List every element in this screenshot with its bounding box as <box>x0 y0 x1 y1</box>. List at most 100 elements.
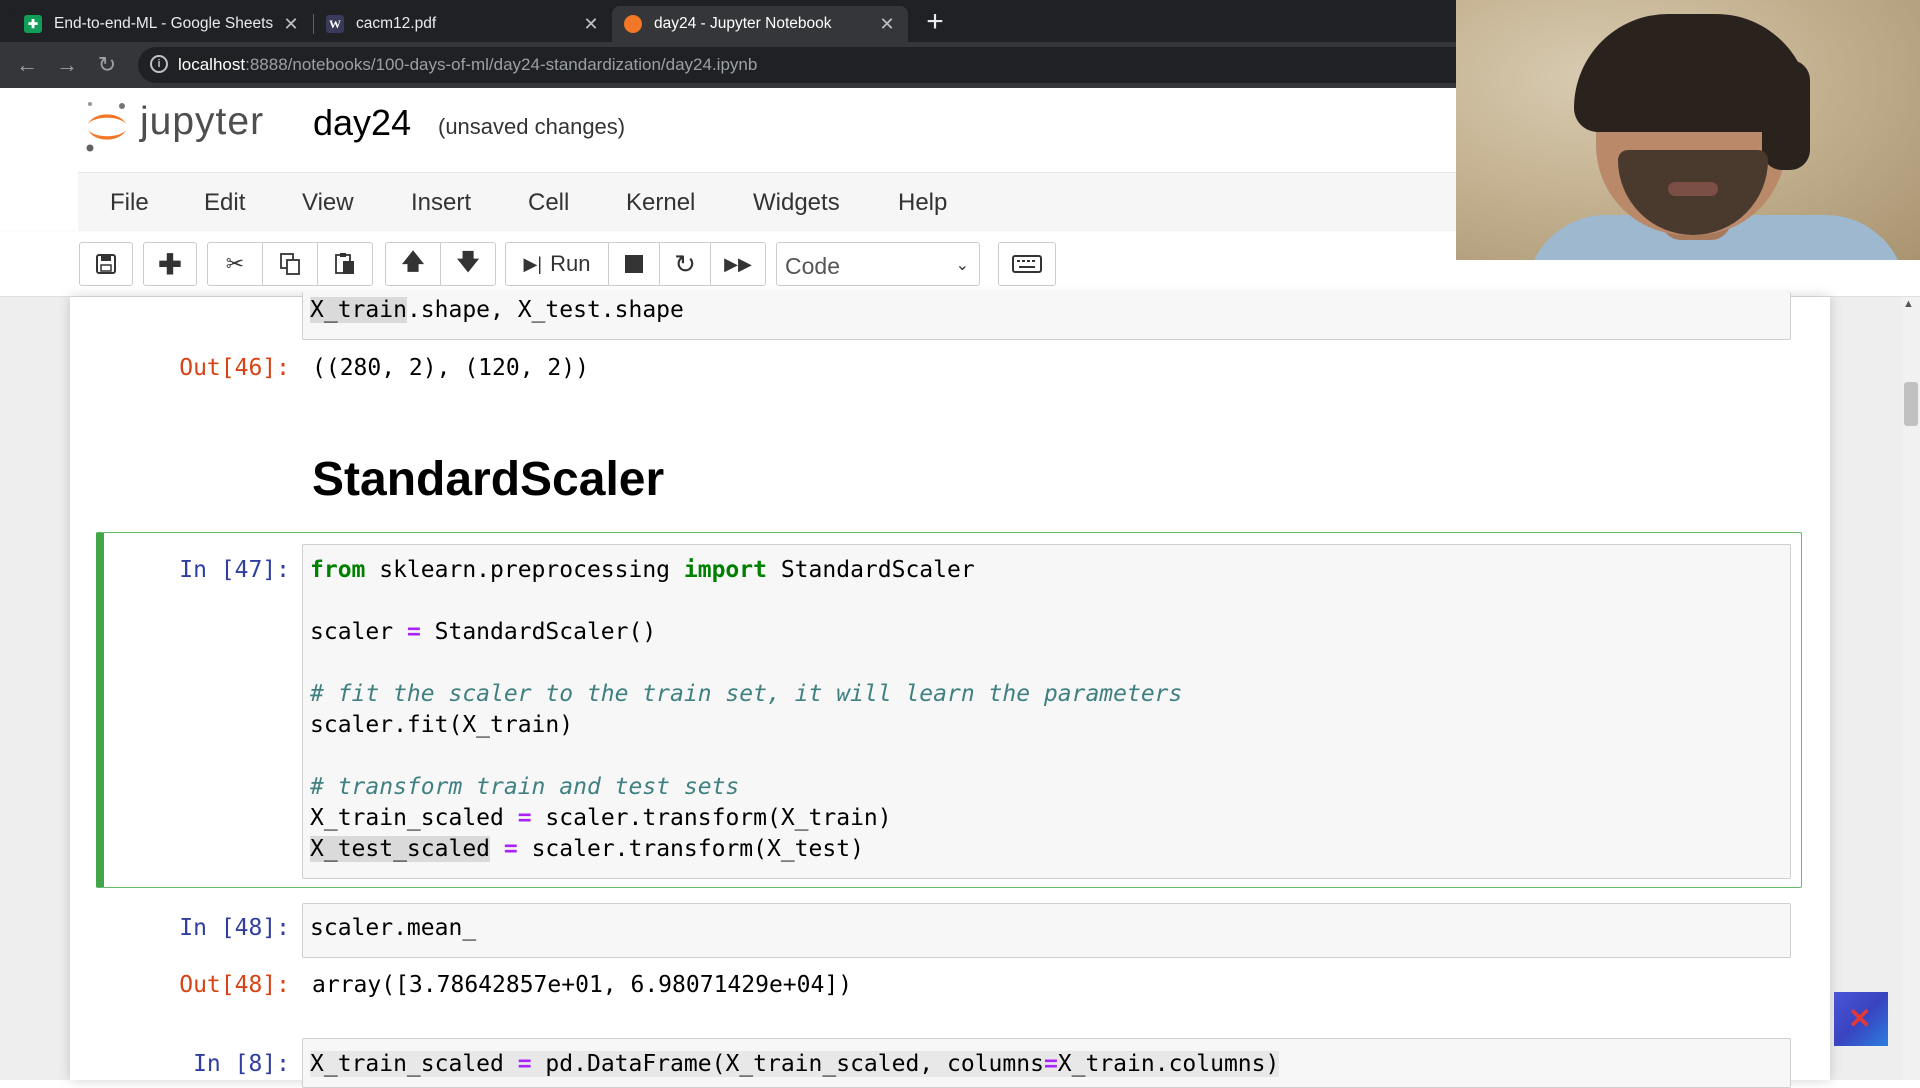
code-line: scaler.fit(X_train) <box>310 712 574 738</box>
scissors-icon: ✂ <box>225 251 245 276</box>
menu-insert[interactable]: Insert <box>411 189 471 217</box>
code-token: StandardScaler <box>766 557 975 583</box>
menu-view[interactable]: View <box>302 189 354 217</box>
out-prompt: Out[48]: <box>179 972 290 998</box>
paste-button[interactable] <box>317 242 373 286</box>
jupyter-logo-icon <box>86 102 126 152</box>
in-prompt: In [48]: <box>179 915 290 941</box>
code-line: from sklearn.preprocessing import Standa… <box>310 557 975 583</box>
code-token: scaler.transform(X_train) <box>531 805 892 831</box>
close-tab-icon[interactable]: ✕ <box>280 14 302 35</box>
code-token: scaler.transform(X_test) <box>517 836 864 862</box>
code-token: X_train_scaled <box>310 805 518 831</box>
operator-token: = <box>517 805 532 831</box>
code-line: X_test_scaled = scaler.transform(X_test) <box>310 836 864 862</box>
move-up-button[interactable]: 🡅 <box>385 242 441 286</box>
move-down-button[interactable]: 🡇 <box>440 242 496 286</box>
arrow-down-icon: 🡇 <box>456 249 480 274</box>
url-host: localhost <box>178 55 246 74</box>
out-prompt: Out[46]: <box>179 355 290 381</box>
w-icon: W <box>326 15 344 33</box>
webcam-overlay <box>1456 0 1920 260</box>
save-button[interactable] <box>79 242 133 286</box>
save-status: (unsaved changes) <box>438 114 626 139</box>
code-line: scaler.mean_ <box>310 915 477 941</box>
floppy-disk-icon <box>96 254 116 274</box>
run-button[interactable]: ▶| Run <box>505 242 609 286</box>
code-line: X_train_scaled = scaler.transform(X_trai… <box>310 805 892 831</box>
operator-token: = <box>1043 1051 1058 1077</box>
tab-title: day24 - Jupyter Notebook <box>654 15 832 32</box>
code-comment: # fit the scaler to the train set, it wi… <box>310 681 1183 707</box>
command-palette-button[interactable] <box>998 242 1056 286</box>
info-icon[interactable]: i <box>150 55 168 73</box>
close-tab-icon[interactable]: ✕ <box>580 14 602 35</box>
back-icon[interactable]: ← <box>12 50 42 80</box>
cell-output: array([3.78642857e+01, 6.98071429e+04]) <box>312 972 853 998</box>
menu-widgets[interactable]: Widgets <box>753 189 840 217</box>
code-token: sklearn.preprocessing <box>365 557 684 583</box>
code-token: X_train.columns) <box>1057 1051 1280 1077</box>
in-prompt: In [8]: <box>193 1051 290 1077</box>
tab-pdf[interactable]: W cacm12.pdf ✕ <box>314 6 612 42</box>
code-token: StandardScaler() <box>420 619 657 645</box>
tab-google-sheets[interactable]: ✚ End-to-end-ML - Google Sheets ✕ <box>12 6 312 42</box>
tab-title: End-to-end-ML - Google Sheets <box>54 15 274 32</box>
menu-kernel[interactable]: Kernel <box>626 189 695 217</box>
fast-forward-icon: ▶▶ <box>724 253 752 274</box>
operator-token: = <box>406 619 421 645</box>
plus-icon: ✚ <box>158 248 182 280</box>
markdown-heading[interactable]: StandardScaler <box>312 452 664 507</box>
overlay-widget[interactable]: ✕ <box>1834 992 1888 1046</box>
copy-button[interactable] <box>262 242 318 286</box>
paste-icon <box>335 253 354 274</box>
refresh-icon: ↻ <box>674 248 696 279</box>
code-token: X_train <box>310 297 407 323</box>
keyboard-icon <box>1012 255 1042 273</box>
operator-token: = <box>517 1051 532 1077</box>
menu-help[interactable]: Help <box>898 189 947 217</box>
url-field[interactable]: i localhost:8888/notebooks/100-days-of-m… <box>138 47 1478 83</box>
google-sheets-icon: ✚ <box>24 15 42 33</box>
code-token: X_train_scaled <box>310 1051 518 1077</box>
code-token: X_test_scaled <box>310 836 491 862</box>
insert-cell-button[interactable]: ✚ <box>143 242 197 286</box>
jupyter-logo-text[interactable]: jupyter <box>140 100 264 144</box>
notebook-name[interactable]: day24 <box>313 102 411 144</box>
stop-icon <box>625 255 643 273</box>
scroll-up-arrow-icon[interactable]: ▲ <box>1903 298 1914 310</box>
keyword-token: import <box>683 557 767 583</box>
menu-edit[interactable]: Edit <box>204 189 245 217</box>
tab-jupyter-notebook[interactable]: day24 - Jupyter Notebook ✕ <box>612 6 908 42</box>
restart-kernel-button[interactable]: ↻ <box>659 242 711 286</box>
menu-file[interactable]: File <box>110 189 149 217</box>
cell-output: ((280, 2), (120, 2)) <box>312 355 589 381</box>
scrollbar-thumb[interactable] <box>1904 382 1918 426</box>
new-tab-icon[interactable]: + <box>920 4 950 40</box>
close-x-icon[interactable]: ✕ <box>1848 1002 1871 1035</box>
code-line: X_train_scaled = pd.DataFrame(X_train_sc… <box>310 1051 1280 1077</box>
code-token: .shape, X_test.shape <box>406 297 684 323</box>
arrow-up-icon: 🡅 <box>401 249 425 274</box>
url-text[interactable]: localhost:8888/notebooks/100-days-of-ml/… <box>178 55 757 75</box>
cell-type-select[interactable]: Code ⌄ <box>776 242 980 286</box>
webcam-hair-side <box>1762 60 1810 170</box>
menu-cell[interactable]: Cell <box>528 189 569 217</box>
operator-token: = <box>503 836 518 862</box>
close-tab-icon[interactable]: ✕ <box>876 14 898 35</box>
cell-type-value: Code <box>785 253 840 279</box>
code-comment: # transform train and test sets <box>310 774 740 800</box>
cut-button[interactable]: ✂ <box>207 242 263 286</box>
in-prompt: In [47]: <box>179 557 290 583</box>
code-token: pd.DataFrame(X_train_scaled, columns <box>531 1051 1044 1077</box>
run-label: Run <box>550 251 591 276</box>
code-cell-input[interactable] <box>302 903 1791 958</box>
interrupt-button[interactable] <box>608 242 660 286</box>
copy-icon <box>280 253 300 275</box>
reload-icon[interactable]: ↻ <box>92 50 122 80</box>
code-line: X_train.shape, X_test.shape <box>310 297 684 323</box>
tab-title: cacm12.pdf <box>356 15 437 32</box>
forward-icon[interactable]: → <box>52 50 82 80</box>
webcam-mouth <box>1668 182 1718 196</box>
restart-run-all-button[interactable]: ▶▶ <box>710 242 766 286</box>
